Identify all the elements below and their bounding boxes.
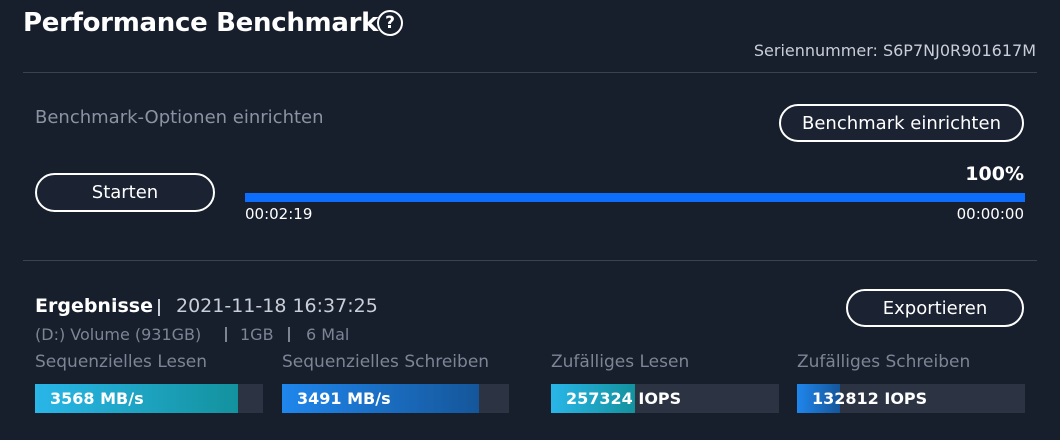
benchmark-options-label: Benchmark-Optionen einrichten bbox=[35, 107, 324, 128]
metric-bar-seq-write: 3491 MB/s bbox=[282, 384, 509, 413]
setup-benchmark-button[interactable]: Benchmark einrichten bbox=[779, 104, 1024, 142]
export-button[interactable]: Exportieren bbox=[846, 289, 1024, 327]
remaining-time: 00:00:00 bbox=[956, 205, 1024, 223]
results-separator bbox=[225, 327, 227, 342]
results-size: 1GB bbox=[240, 325, 274, 344]
help-icon[interactable]: ? bbox=[377, 10, 403, 36]
results-title: Ergebnisse bbox=[35, 295, 153, 317]
metric-label-seq-read: Sequenzielles Lesen bbox=[35, 352, 208, 372]
metric-value-rand-read: 257324 IOPS bbox=[566, 389, 682, 408]
serial-number: Seriennummer: S6P7NJ0R901617M bbox=[753, 41, 1036, 60]
section-divider bbox=[23, 260, 1037, 261]
metric-label-rand-write: Zufälliges Schreiben bbox=[797, 352, 971, 372]
metric-bar-rand-read: 257324 IOPS bbox=[551, 384, 779, 413]
results-separator bbox=[158, 299, 160, 316]
page-title: Performance Benchmark bbox=[23, 8, 379, 38]
metric-value-rand-write: 132812 IOPS bbox=[812, 389, 928, 408]
progress-bar-fill bbox=[245, 193, 1025, 202]
start-button[interactable]: Starten bbox=[35, 173, 215, 212]
results-runs: 6 Mal bbox=[306, 325, 350, 344]
metric-label-rand-read: Zufälliges Lesen bbox=[551, 352, 690, 372]
header-divider bbox=[23, 72, 1037, 73]
metric-bar-seq-read: 3568 MB/s bbox=[35, 384, 263, 413]
elapsed-time: 00:02:19 bbox=[245, 205, 313, 223]
results-datetime: 2021-11-18 16:37:25 bbox=[176, 295, 378, 317]
metric-bar-rand-write: 132812 IOPS bbox=[797, 384, 1025, 413]
metric-label-seq-write: Sequenzielles Schreiben bbox=[282, 352, 490, 372]
progress-bar bbox=[245, 193, 1025, 202]
progress-percent: 100% bbox=[965, 163, 1024, 185]
metric-value-seq-read: 3568 MB/s bbox=[50, 389, 144, 408]
metric-value-seq-write: 3491 MB/s bbox=[297, 389, 391, 408]
results-volume: (D:) Volume (931GB) bbox=[35, 325, 202, 344]
results-separator bbox=[288, 327, 290, 342]
